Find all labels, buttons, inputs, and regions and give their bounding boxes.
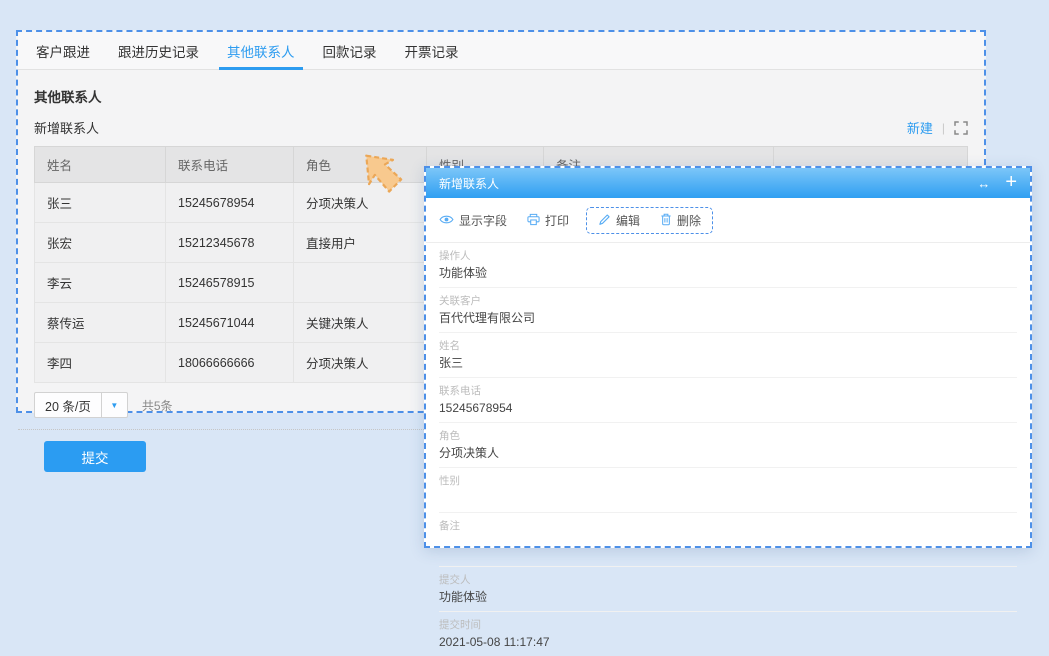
close-icon[interactable]: + (1005, 172, 1017, 192)
total-count-label: 共5条 (142, 397, 173, 414)
field-value (439, 491, 1017, 506)
trash-icon (660, 213, 672, 229)
field-submitter: 提交人 功能体验 (439, 567, 1017, 612)
field-value: 功能体验 (439, 266, 1017, 281)
field-label: 提交人 (439, 572, 1017, 587)
field-label: 姓名 (439, 338, 1017, 353)
field-value: 分项决策人 (439, 446, 1017, 461)
cell-name[interactable]: 李四 (35, 343, 166, 383)
delete-label: 删除 (677, 212, 701, 229)
field-label: 性别 (439, 473, 1017, 488)
chevron-down-icon[interactable]: ▼ (101, 393, 127, 417)
cell-name[interactable]: 李云 (35, 263, 166, 303)
dialog-toolbar: 显示字段 打印 编辑 (426, 198, 1030, 243)
edit-button[interactable]: 编辑 (598, 212, 640, 229)
field-name: 姓名 张三 (439, 333, 1017, 378)
cell-phone[interactable]: 15246578915 (166, 263, 294, 303)
field-label: 关联客户 (439, 293, 1017, 308)
new-contact-button[interactable]: 新建 (907, 118, 933, 137)
subsection-title: 新增联系人 (34, 118, 99, 137)
dialog-header[interactable]: 新增联系人 ↔ + (426, 168, 1030, 198)
tab-customer-follow[interactable]: 客户跟进 (36, 32, 90, 69)
fullscreen-icon[interactable] (954, 121, 968, 135)
print-label: 打印 (545, 212, 569, 229)
field-value: 15245678954 (439, 401, 1017, 416)
page-size-select[interactable]: 20 条/页 ▼ (34, 392, 128, 418)
tab-invoice-records[interactable]: 开票记录 (405, 32, 459, 69)
tab-other-contacts[interactable]: 其他联系人 (227, 32, 295, 69)
cell-role[interactable]: 分项决策人 (294, 343, 427, 383)
cell-phone[interactable]: 15245671044 (166, 303, 294, 343)
dialog-title: 新增联系人 (439, 175, 499, 192)
field-label: 联系电话 (439, 383, 1017, 398)
field-role: 角色 分项决策人 (439, 423, 1017, 468)
field-value: 张三 (439, 356, 1017, 371)
col-header-phone: 联系电话 (166, 147, 294, 183)
field-value: 2021-05-08 11:17:47 (439, 635, 1017, 650)
tab-follow-history[interactable]: 跟进历史记录 (118, 32, 199, 69)
field-value (439, 536, 1017, 560)
field-value: 百代代理有限公司 (439, 311, 1017, 326)
field-remark: 备注 (439, 513, 1017, 567)
cell-phone[interactable]: 15212345678 (166, 223, 294, 263)
field-label: 角色 (439, 428, 1017, 443)
field-gender: 性别 (439, 468, 1017, 513)
field-submit-time: 提交时间 2021-05-08 11:17:47 (439, 612, 1017, 656)
show-fields-label: 显示字段 (459, 212, 507, 229)
delete-button[interactable]: 删除 (660, 212, 701, 229)
submit-button[interactable]: 提交 (44, 441, 146, 472)
field-phone: 联系电话 15245678954 (439, 378, 1017, 423)
hand-drawn-arrow-cursor (350, 146, 412, 203)
tab-bar: 客户跟进 跟进历史记录 其他联系人 回款记录 开票记录 (18, 32, 984, 70)
cell-name[interactable]: 张三 (35, 183, 166, 223)
printer-icon (527, 213, 540, 229)
field-related-customer: 关联客户 百代代理有限公司 (439, 288, 1017, 333)
edit-delete-group: 编辑 删除 (586, 207, 713, 234)
field-value: 功能体验 (439, 590, 1017, 605)
field-label: 备注 (439, 518, 1017, 533)
cell-name[interactable]: 张宏 (35, 223, 166, 263)
cell-role[interactable]: 直接用户 (294, 223, 427, 263)
pencil-icon (598, 213, 611, 229)
cell-name[interactable]: 蔡传运 (35, 303, 166, 343)
edit-label: 编辑 (616, 212, 640, 229)
cell-phone[interactable]: 15245678954 (166, 183, 294, 223)
page-size-value: 20 条/页 (35, 393, 101, 417)
contact-detail-dialog: 新增联系人 ↔ + 显示字段 打印 (424, 166, 1032, 548)
detail-fields: 操作人 功能体验 关联客户 百代代理有限公司 姓名 张三 联系电话 152456… (426, 243, 1030, 656)
action-separator: | (942, 121, 945, 135)
field-label: 提交时间 (439, 617, 1017, 632)
cell-role[interactable]: 关键决策人 (294, 303, 427, 343)
section-title: 其他联系人 (34, 86, 968, 106)
cell-role[interactable] (294, 263, 427, 303)
col-header-name: 姓名 (35, 147, 166, 183)
eye-icon (439, 214, 454, 228)
field-label: 操作人 (439, 248, 1017, 263)
tab-payment-records[interactable]: 回款记录 (323, 32, 377, 69)
show-fields-button[interactable]: 显示字段 (439, 212, 507, 229)
expand-horizontal-icon[interactable]: ↔ (977, 177, 990, 190)
print-button[interactable]: 打印 (527, 212, 569, 229)
field-operator: 操作人 功能体验 (439, 243, 1017, 288)
cell-phone[interactable]: 18066666666 (166, 343, 294, 383)
